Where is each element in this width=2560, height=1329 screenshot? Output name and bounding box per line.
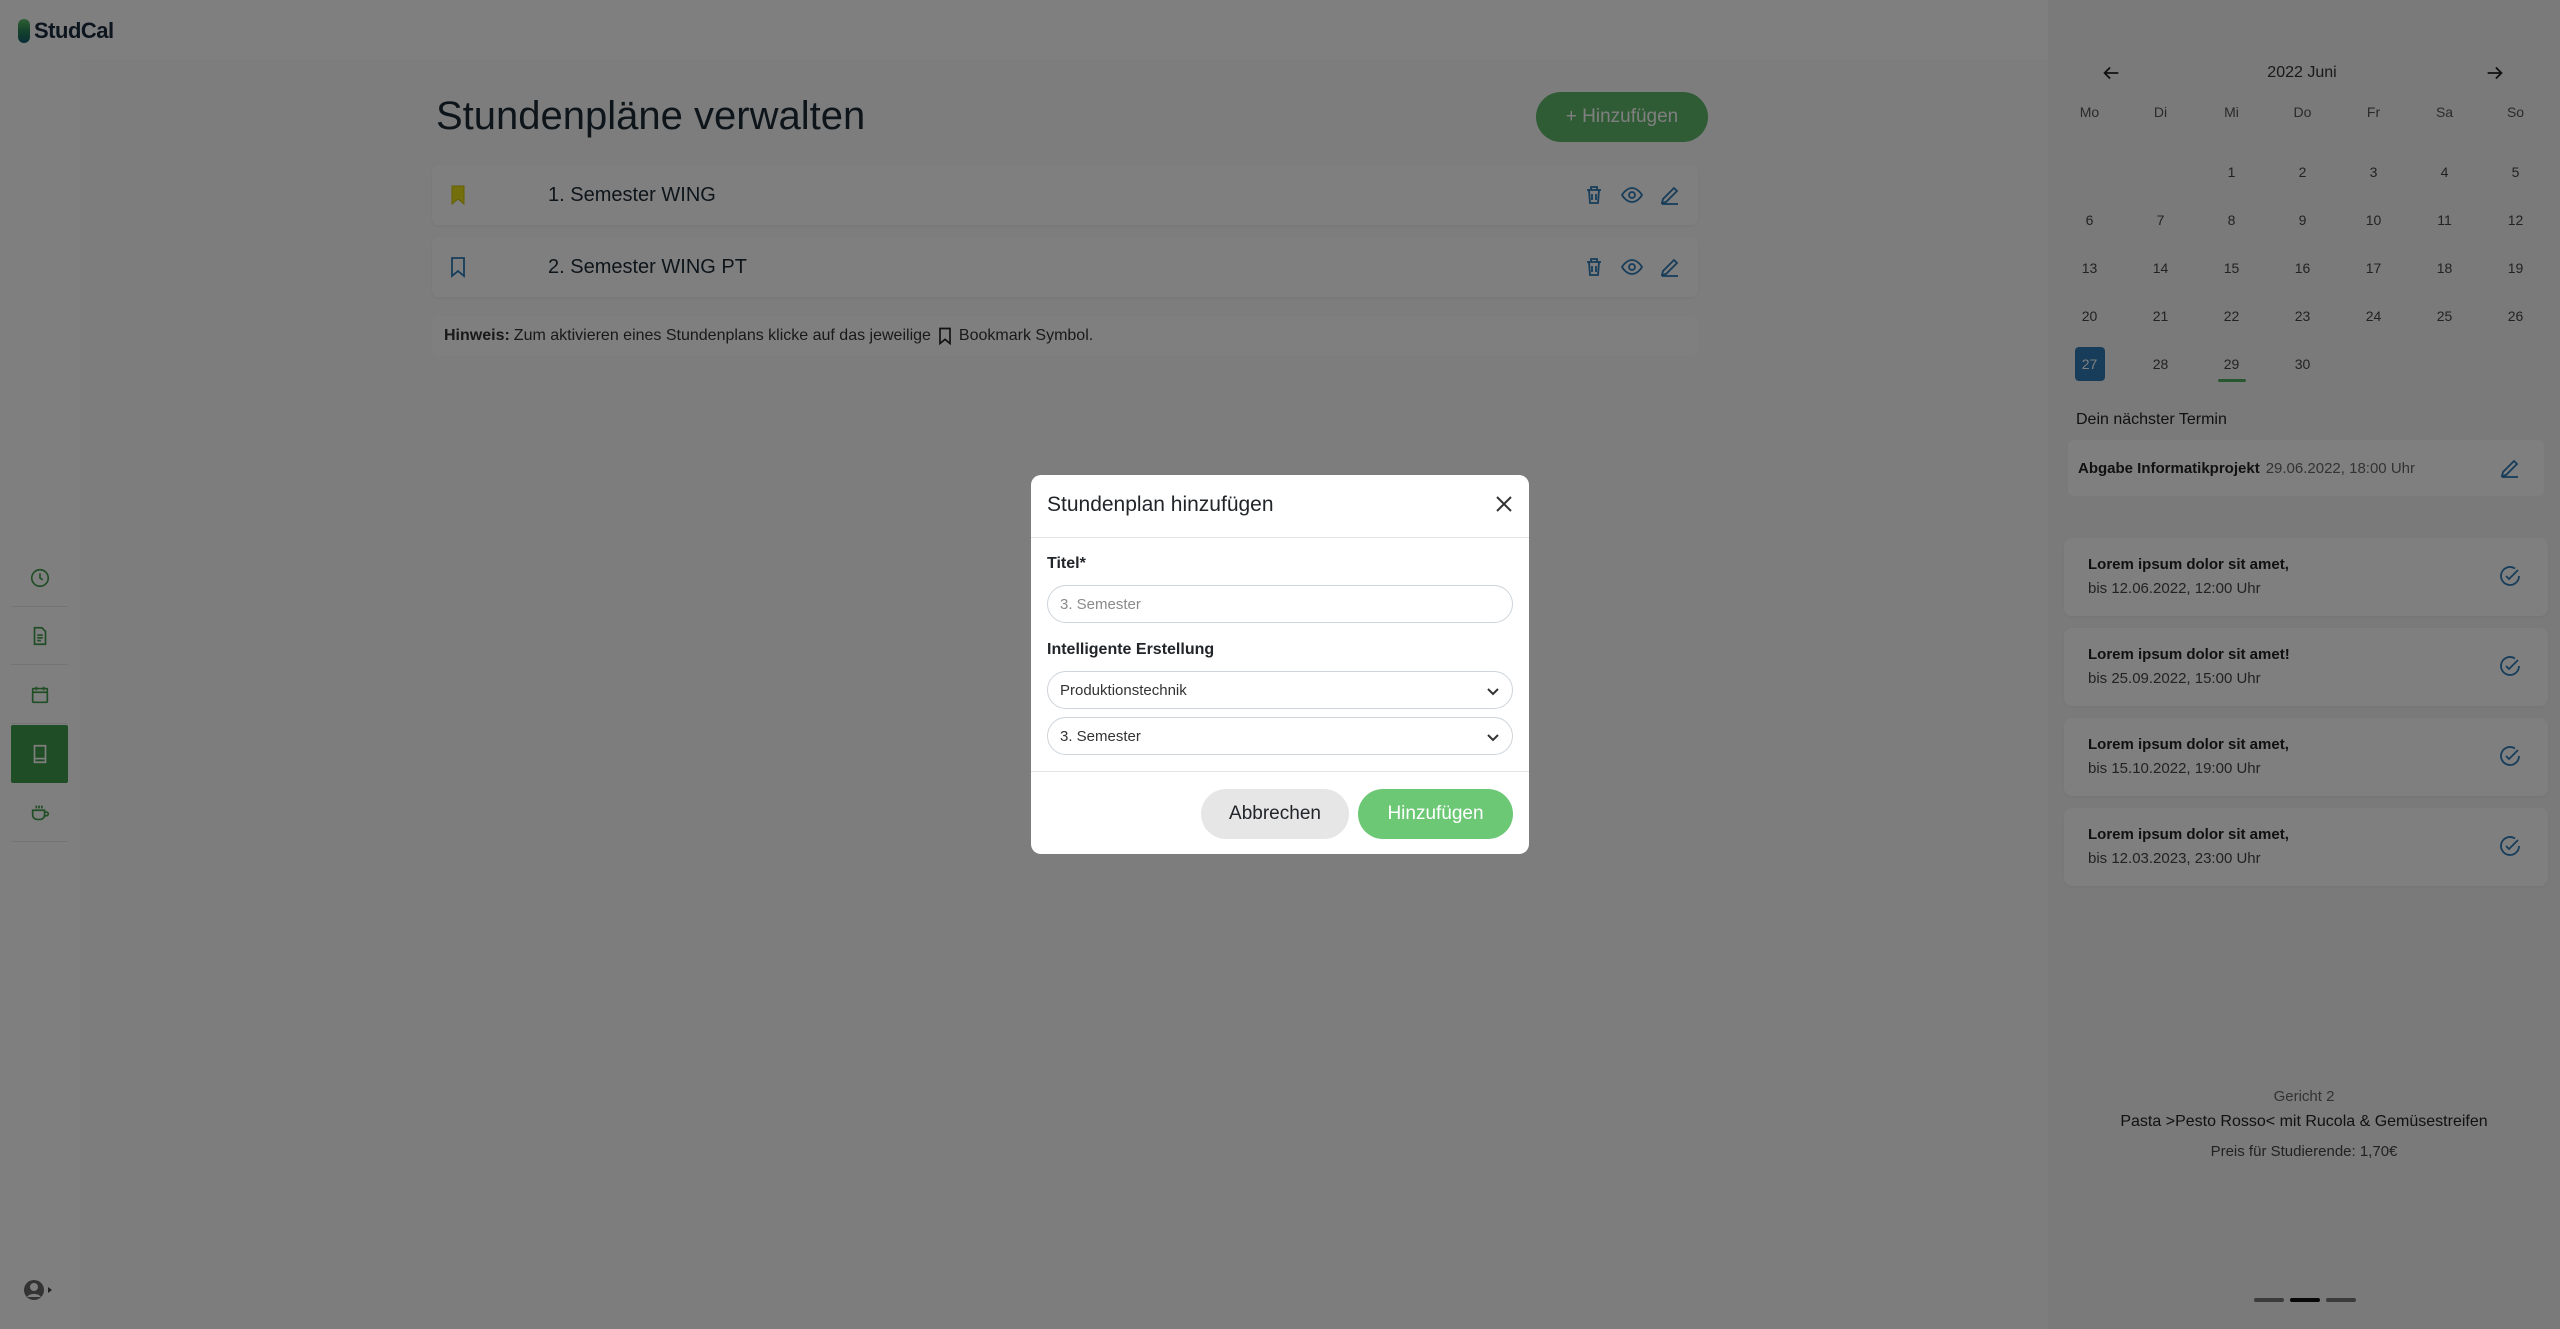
dialog-divider xyxy=(1031,771,1529,772)
program-select-value: Produktionstechnik xyxy=(1060,681,1187,699)
title-input[interactable] xyxy=(1047,585,1513,623)
chevron-down-icon xyxy=(1487,688,1499,696)
close-icon xyxy=(1496,496,1512,512)
dialog-divider xyxy=(1031,537,1529,538)
smart-creation-label: Intelligente Erstellung xyxy=(1047,641,1215,658)
semester-select-value: 3. Semester xyxy=(1060,727,1141,745)
add-timetable-dialog: Stundenplan hinzufügen Titel* Intelligen… xyxy=(1031,475,1529,854)
submit-button[interactable]: Hinzufügen xyxy=(1358,789,1513,839)
dialog-title: Stundenplan hinzufügen xyxy=(1047,493,1274,516)
cancel-button[interactable]: Abbrechen xyxy=(1201,789,1349,839)
semester-select[interactable]: 3. Semester xyxy=(1047,717,1513,755)
chevron-down-icon xyxy=(1487,734,1499,742)
title-field-label: Titel* xyxy=(1047,555,1086,572)
close-button[interactable] xyxy=(1491,491,1517,517)
program-select[interactable]: Produktionstechnik xyxy=(1047,671,1513,709)
